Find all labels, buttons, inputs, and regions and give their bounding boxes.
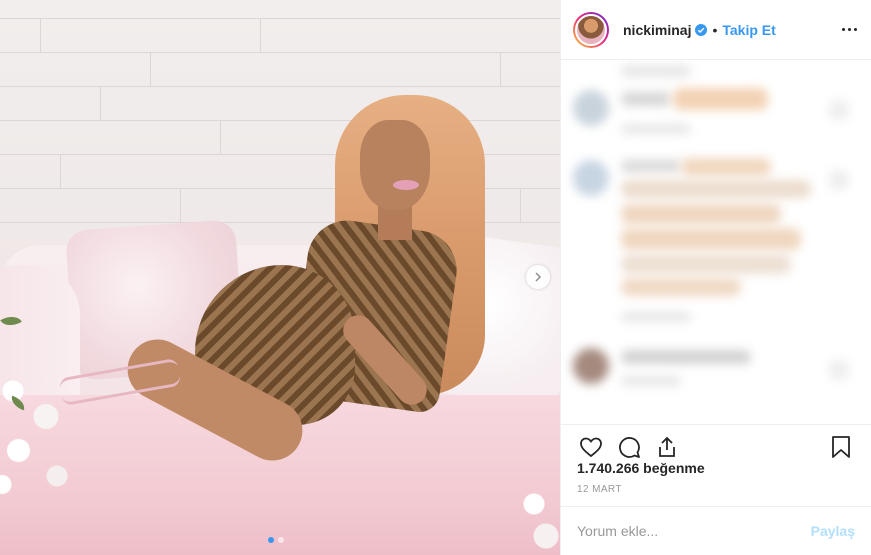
figure-lips [393,180,419,190]
comment-button[interactable] [615,433,643,461]
carousel-dots [268,537,284,543]
chevron-right-icon [535,272,542,282]
likes-count[interactable]: 1.740.266 beğenme [577,460,705,476]
avatar-story-ring[interactable] [573,11,609,48]
bookmark-icon [832,435,850,458]
carousel-dot [278,537,284,543]
comments-list[interactable] [561,60,871,424]
heart-icon [580,437,602,457]
username-link[interactable]: nickiminaj [623,22,691,38]
comment-input[interactable] [577,523,811,539]
comment-form: Paylaş [561,506,871,555]
carousel-dot-active [268,537,274,543]
post-header: nickiminaj • Takip Et [561,0,871,60]
like-button[interactable] [577,433,605,461]
carousel-next-button[interactable] [526,265,550,289]
follow-button[interactable]: Takip Et [722,22,775,38]
comment-icon [619,436,640,458]
post-date[interactable]: 12 MART [577,484,622,495]
post-actions [561,424,871,458]
separator-dot: • [712,21,718,38]
flowers-left [0,340,90,510]
flowers-right [510,480,560,555]
post-sidebar: nickiminaj • Takip Et 1.740.266 beğenme … [560,0,871,555]
more-options-icon[interactable] [839,28,859,31]
save-button[interactable] [827,433,855,461]
post-media[interactable] [0,0,560,555]
verified-badge-icon [695,23,708,36]
figure-face [360,120,430,210]
share-icon [659,436,675,457]
post-comment-button[interactable]: Paylaş [811,523,855,539]
share-button[interactable] [653,433,681,461]
avatar[interactable] [575,13,607,46]
